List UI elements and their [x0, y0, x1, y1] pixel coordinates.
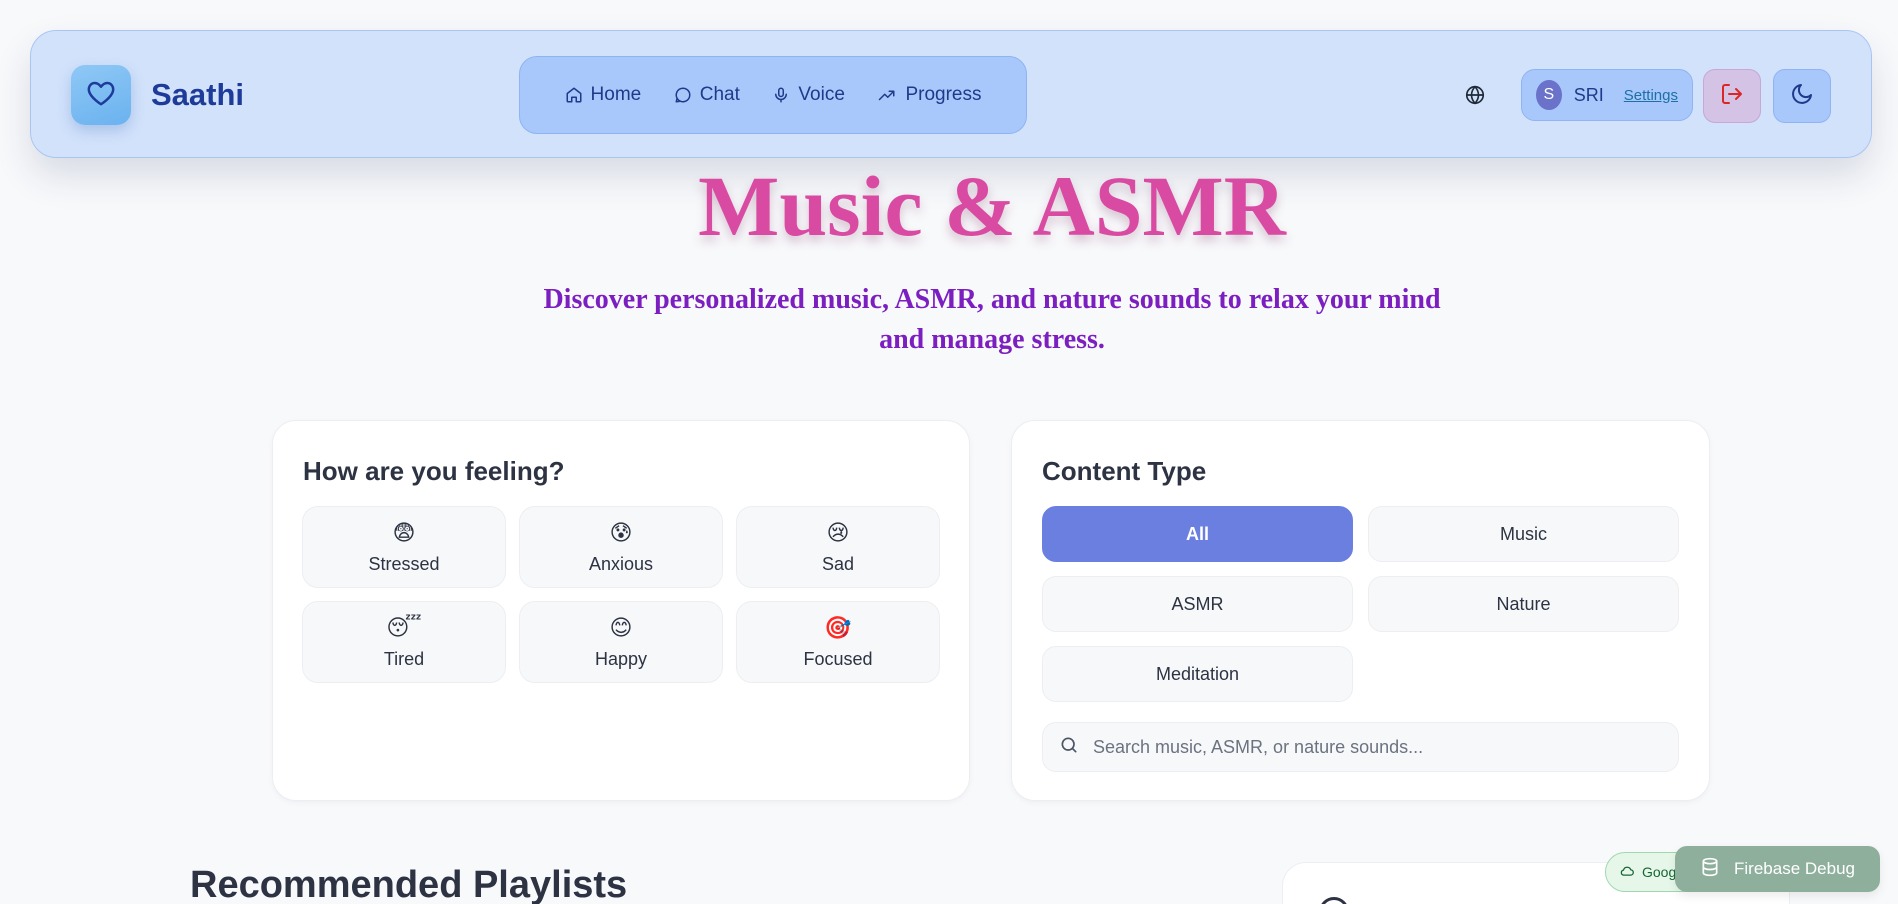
type-music-button[interactable]: Music: [1368, 506, 1679, 562]
settings-link[interactable]: Settings: [1624, 87, 1678, 104]
sad-emoji-icon: 😢: [826, 519, 850, 545]
top-navigation-bar: Saathi Home Chat Voice Progress S SRI Se…: [30, 30, 1872, 158]
cloud-icon: [1620, 864, 1634, 880]
chat-icon: [674, 86, 692, 104]
search-icon: [1059, 735, 1079, 760]
firebase-debug-button[interactable]: Firebase Debug: [1675, 846, 1880, 892]
nav-chat-label: Chat: [699, 84, 740, 105]
trending-up-icon: [877, 86, 897, 104]
page-title: Music & ASMR: [698, 158, 1286, 254]
theme-toggle-button[interactable]: [1773, 69, 1831, 123]
nav-home[interactable]: Home: [565, 84, 642, 106]
mood-label: Stressed: [368, 553, 440, 574]
recommended-playlists-title: Recommended Playlists: [190, 864, 628, 904]
nav-home-label: Home: [590, 84, 642, 105]
mood-sad-button[interactable]: 😢 Sad: [736, 506, 940, 588]
mood-focused-button[interactable]: 🎯 Focused: [736, 601, 940, 683]
mood-card-title: How are you feeling?: [303, 456, 565, 486]
home-icon: [565, 86, 583, 104]
nav-progress-label: Progress: [905, 84, 982, 105]
target-emoji-icon: 🎯: [824, 614, 852, 640]
search-input[interactable]: [1093, 736, 1653, 758]
mic-icon: [772, 86, 790, 104]
mood-card: How are you feeling? 😨 Stressed 😰 Anxiou…: [272, 420, 970, 801]
mood-happy-button[interactable]: 😊 Happy: [519, 601, 723, 683]
nav-chat[interactable]: Chat: [674, 84, 740, 106]
firebase-debug-label: Firebase Debug: [1734, 859, 1855, 878]
heart-icon: [86, 79, 116, 112]
happy-emoji-icon: 😊: [609, 614, 633, 640]
logout-button[interactable]: [1703, 69, 1761, 123]
mood-label: Anxious: [588, 553, 654, 574]
main-nav: Home Chat Voice Progress: [519, 56, 1027, 134]
mood-anxious-button[interactable]: 😰 Anxious: [519, 506, 723, 588]
logout-icon: [1720, 82, 1744, 111]
content-type-card: Content Type All Music ASMR Nature Medit…: [1011, 420, 1710, 801]
stressed-emoji-icon: 😨: [392, 519, 416, 545]
user-menu: S SRI Settings: [1521, 69, 1693, 121]
user-name: SRI: [1573, 84, 1604, 105]
anxious-emoji-icon: 😰: [609, 519, 633, 545]
content-type-grid: All Music ASMR Nature Meditation: [1042, 506, 1679, 702]
brand-name[interactable]: Saathi: [151, 77, 244, 113]
circle-icon: [1319, 897, 1349, 904]
mood-grid: 😨 Stressed 😰 Anxious 😢 Sad 😴 Tired 😊 Hap…: [302, 506, 940, 683]
database-icon: [1700, 856, 1720, 883]
tired-emoji-icon: 😴: [386, 614, 422, 640]
nav-progress[interactable]: Progress: [877, 84, 981, 106]
mood-label: Happy: [594, 648, 648, 669]
type-meditation-button[interactable]: Meditation: [1042, 646, 1353, 702]
mood-label: Focused: [803, 648, 873, 669]
type-asmr-button[interactable]: ASMR: [1042, 576, 1353, 632]
nav-voice[interactable]: Voice: [772, 84, 845, 106]
moon-icon: [1790, 82, 1814, 111]
search-box: [1042, 722, 1679, 772]
page-subtitle: Discover personalized music, ASMR, and n…: [543, 284, 1441, 355]
type-all-button[interactable]: All: [1042, 506, 1353, 562]
nav-voice-label: Voice: [798, 84, 845, 105]
content-type-title: Content Type: [1042, 456, 1207, 486]
logo[interactable]: [71, 65, 131, 125]
globe-icon[interactable]: [1461, 81, 1489, 109]
mood-tired-button[interactable]: 😴 Tired: [302, 601, 506, 683]
mood-stressed-button[interactable]: 😨 Stressed: [302, 506, 506, 588]
avatar[interactable]: S: [1536, 80, 1562, 110]
type-nature-button[interactable]: Nature: [1368, 576, 1679, 632]
mood-label: Sad: [821, 553, 855, 574]
mood-label: Tired: [383, 648, 425, 669]
